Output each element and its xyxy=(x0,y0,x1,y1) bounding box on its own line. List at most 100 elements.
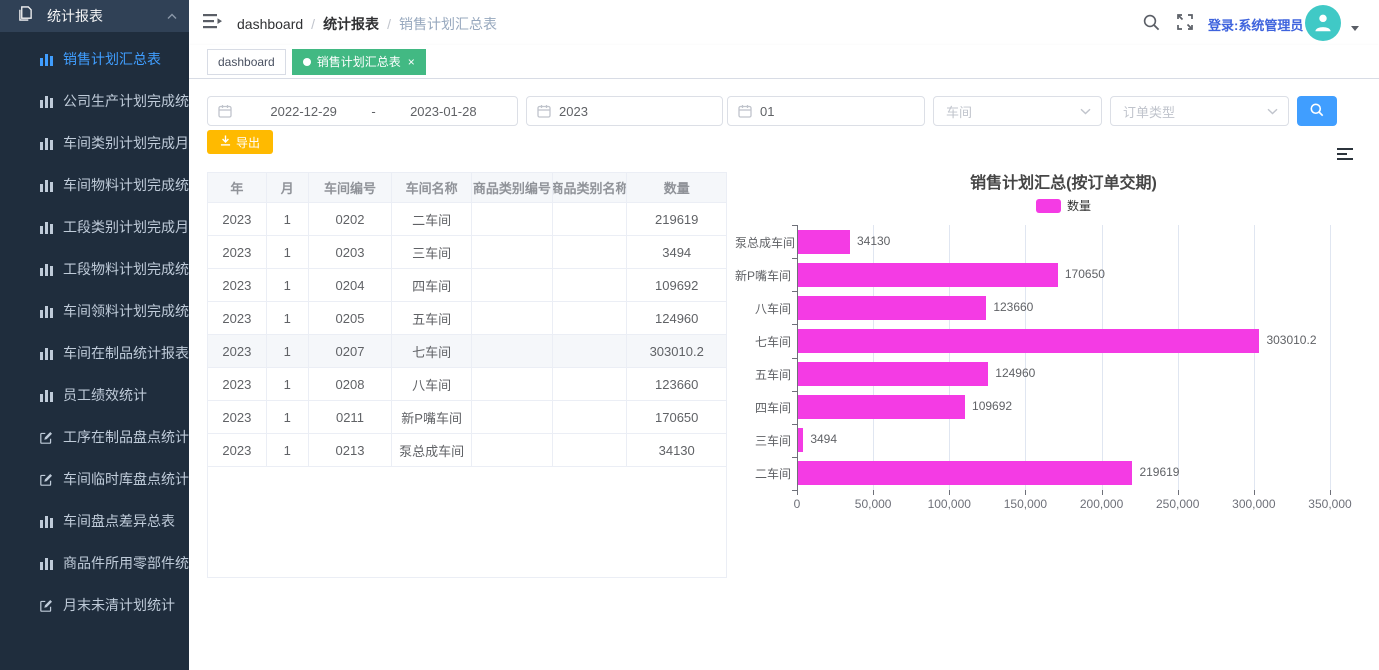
sidebar-item[interactable]: 车间物料计划完成统计 xyxy=(0,164,189,206)
year-value[interactable]: 2023 xyxy=(559,104,588,119)
sidebar-group-statistics-reports[interactable]: 统计报表 xyxy=(0,0,189,32)
export-button[interactable]: 导出 xyxy=(207,130,273,154)
fullscreen-icon[interactable] xyxy=(1177,14,1193,35)
breadcrumb-item[interactable]: dashboard xyxy=(237,16,303,32)
table-cell: 2023 xyxy=(208,401,267,434)
sidebar-item-label: 月末未清计划统计 xyxy=(63,595,175,615)
y-axis-category-label: 新P嘴车间 xyxy=(735,267,791,284)
table-row[interactable]: 202310204四车间109692 xyxy=(208,269,726,302)
x-axis-tick xyxy=(873,490,874,495)
x-axis-tick xyxy=(1102,490,1103,495)
month-input[interactable]: 01 xyxy=(727,96,925,126)
calendar-icon xyxy=(738,104,752,118)
chart-bar[interactable] xyxy=(798,329,1259,353)
table-row[interactable]: 202310208八车间123660 xyxy=(208,368,726,401)
calendar-icon xyxy=(218,104,232,118)
x-axis-tick-label: 100,000 xyxy=(914,497,984,511)
sidebar-item-label: 公司生产计划完成统计 xyxy=(63,91,189,111)
column-header: 商品类别名称 xyxy=(553,173,628,203)
y-axis-tick xyxy=(792,424,797,425)
table-cell xyxy=(472,368,553,401)
table-cell: 109692 xyxy=(627,269,726,302)
chart-bar[interactable] xyxy=(798,461,1132,485)
edit-icon xyxy=(40,430,54,444)
workshop-select[interactable]: 车间 xyxy=(933,96,1102,126)
y-axis-tick xyxy=(792,291,797,292)
table-cell xyxy=(553,302,628,335)
year-input[interactable]: 2023 xyxy=(526,96,723,126)
bar-value-label: 3494 xyxy=(810,432,837,446)
report-icon xyxy=(18,6,33,26)
caret-down-icon[interactable] xyxy=(1351,26,1359,31)
table-row[interactable]: 202310207七车间303010.2 xyxy=(208,335,726,368)
sidebar-item[interactable]: 公司生产计划完成统计 xyxy=(0,80,189,122)
table-cell xyxy=(553,335,628,368)
table-row[interactable]: 202310211新P嘴车间170650 xyxy=(208,401,726,434)
login-user-label[interactable]: 登录:系统管理员 xyxy=(1208,15,1303,34)
y-axis-category-label: 八车间 xyxy=(735,300,791,317)
bar-chart-icon xyxy=(40,262,54,276)
chart-legend[interactable]: 数量 xyxy=(797,197,1330,214)
export-button-label: 导出 xyxy=(236,134,260,151)
table-row[interactable]: 202310205五车间124960 xyxy=(208,302,726,335)
table-cell xyxy=(472,335,553,368)
sidebar-item[interactable]: 员工绩效统计 xyxy=(0,374,189,416)
bar-value-label: 123660 xyxy=(993,300,1033,314)
table-row[interactable]: 202310203三车间3494 xyxy=(208,236,726,269)
table-cell xyxy=(472,434,553,467)
sidebar-item-label: 工段物料计划完成统计 xyxy=(63,259,189,279)
sidebar-item[interactable]: 车间类别计划完成月报 xyxy=(0,122,189,164)
sidebar-item[interactable]: 车间盘点差异总表 xyxy=(0,500,189,542)
search-icon[interactable] xyxy=(1143,14,1160,36)
table-cell: 0205 xyxy=(309,302,393,335)
chart-bar[interactable] xyxy=(798,428,803,452)
sidebar-item[interactable]: 车间领料计划完成统计 xyxy=(0,290,189,332)
hamburger-icon[interactable] xyxy=(203,13,223,35)
sidebar-item[interactable]: 工段物料计划完成统计 xyxy=(0,248,189,290)
view-tab[interactable]: dashboard xyxy=(207,49,286,75)
view-tab[interactable]: 销售计划汇总表× xyxy=(292,49,426,75)
y-axis-tick xyxy=(792,457,797,458)
chart-bar[interactable] xyxy=(798,296,986,320)
search-button[interactable] xyxy=(1297,96,1337,126)
sidebar-item[interactable]: 工段类别计划完成月报 xyxy=(0,206,189,248)
chart-menu-icon[interactable] xyxy=(1337,148,1353,160)
table-cell xyxy=(553,368,628,401)
y-axis-tick xyxy=(792,258,797,259)
date-start-value[interactable]: 2022-12-29 xyxy=(240,104,367,119)
date-end-value[interactable]: 2023-01-28 xyxy=(380,104,507,119)
column-header: 月 xyxy=(267,173,309,203)
sidebar-item-label: 商品件所用零部件统计 xyxy=(63,553,189,573)
table-row[interactable]: 202310202二车间219619 xyxy=(208,203,726,236)
avatar[interactable] xyxy=(1305,5,1341,41)
chart-bar[interactable] xyxy=(798,395,965,419)
month-value[interactable]: 01 xyxy=(760,104,774,119)
sidebar-group-label: 统计报表 xyxy=(47,6,167,26)
bar-chart-icon xyxy=(40,94,54,108)
sidebar-item[interactable]: 车间在制品统计报表 xyxy=(0,332,189,374)
table-cell: 1 xyxy=(267,269,309,302)
breadcrumb-item[interactable]: 统计报表 xyxy=(323,16,379,32)
table-cell: 124960 xyxy=(627,302,726,335)
chart-bar[interactable] xyxy=(798,230,850,254)
order-type-select[interactable]: 订单类型 xyxy=(1110,96,1289,126)
x-axis-tick xyxy=(1254,490,1255,495)
bar-value-label: 170650 xyxy=(1065,267,1105,281)
table-cell xyxy=(553,269,628,302)
bar-chart-icon xyxy=(40,178,54,192)
table-cell: 四车间 xyxy=(392,269,472,302)
calendar-icon xyxy=(537,104,551,118)
close-icon[interactable]: × xyxy=(408,56,415,68)
table-row[interactable]: 202310213泵总成车间34130 xyxy=(208,434,726,467)
column-header: 数量 xyxy=(627,173,726,203)
table-cell: 34130 xyxy=(627,434,726,467)
y-axis-tick xyxy=(792,358,797,359)
chart-bar[interactable] xyxy=(798,362,988,386)
sidebar-item[interactable]: 工序在制品盘点统计 xyxy=(0,416,189,458)
sidebar-item[interactable]: 车间临时库盘点统计 xyxy=(0,458,189,500)
sidebar-item[interactable]: 商品件所用零部件统计 xyxy=(0,542,189,584)
chart-bar[interactable] xyxy=(798,263,1058,287)
date-range-input[interactable]: 2022-12-29 - 2023-01-28 xyxy=(207,96,518,126)
sidebar-item[interactable]: 销售计划汇总表 xyxy=(0,38,189,80)
sidebar-item[interactable]: 月末未清计划统计 xyxy=(0,584,189,626)
